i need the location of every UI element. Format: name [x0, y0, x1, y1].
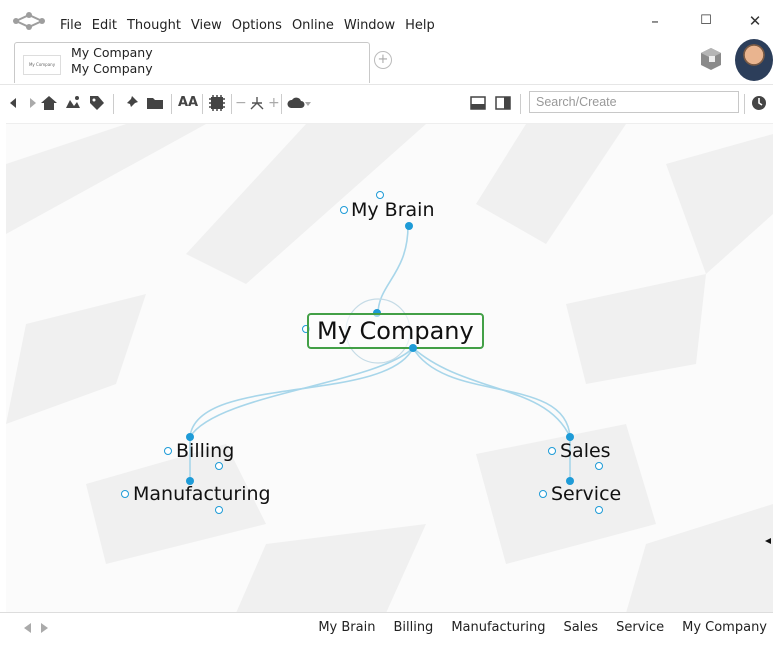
- minimize-button[interactable]: –: [645, 12, 665, 30]
- history-back-icon[interactable]: [22, 622, 32, 634]
- crumb-service[interactable]: Service: [616, 620, 664, 636]
- child-gate[interactable]: [215, 506, 223, 514]
- crumb-billing[interactable]: Billing: [393, 620, 433, 636]
- brain-tab[interactable]: My Company My Company My Company: [14, 42, 370, 83]
- pins-icon[interactable]: [64, 94, 82, 112]
- toolbar-separator: [202, 94, 203, 114]
- child-gate[interactable]: [405, 222, 413, 230]
- tag-icon[interactable]: [88, 94, 106, 112]
- jump-gate[interactable]: [340, 206, 348, 214]
- crumb-my-company[interactable]: My Company: [682, 620, 767, 636]
- jump-gate[interactable]: [164, 447, 172, 455]
- link-lines: [189, 225, 571, 481]
- search-input[interactable]: [529, 91, 739, 113]
- menu-window[interactable]: Window: [344, 18, 395, 34]
- toolbar-separator: [520, 94, 521, 114]
- history-icon[interactable]: [750, 94, 768, 112]
- child-gate-dot[interactable]: [409, 344, 417, 352]
- toolbar-separator: [281, 94, 282, 114]
- child-gate[interactable]: [595, 462, 603, 470]
- app-logo-icon[interactable]: [12, 11, 46, 31]
- menu-edit[interactable]: Edit: [92, 18, 117, 34]
- node-service[interactable]: Service: [551, 483, 621, 505]
- cloud-dropdown-icon[interactable]: [303, 94, 313, 112]
- split-right-icon[interactable]: [494, 94, 512, 112]
- menu-thought[interactable]: Thought: [127, 18, 181, 34]
- node-billing[interactable]: Billing: [176, 440, 234, 462]
- pin-icon[interactable]: [122, 94, 140, 112]
- plex-canvas[interactable]: My Brain My Company Billing Manufacturin…: [6, 123, 773, 613]
- menu-file[interactable]: File: [60, 18, 82, 34]
- toolbar-separator: [113, 94, 114, 114]
- ai-icon[interactable]: [208, 94, 226, 112]
- toolbar-separator: [744, 94, 745, 114]
- node-sales[interactable]: Sales: [560, 440, 611, 462]
- node-manufacturing[interactable]: Manufacturing: [133, 483, 271, 505]
- menu-bar: File Edit Thought View Options Online Wi…: [60, 18, 445, 34]
- cursor-icon: [765, 538, 771, 544]
- folder-icon[interactable]: [146, 94, 164, 112]
- minus-icon[interactable]: −: [235, 94, 247, 112]
- crumb-sales[interactable]: Sales: [563, 620, 598, 636]
- menu-online[interactable]: Online: [292, 18, 334, 34]
- tab-title: My Company: [71, 45, 153, 60]
- jump-gate[interactable]: [539, 490, 547, 498]
- close-button[interactable]: ✕: [745, 12, 765, 30]
- toolbar-separator: [231, 94, 232, 114]
- toolbar-separator: [171, 94, 172, 114]
- history-forward-icon[interactable]: [40, 622, 50, 634]
- menu-options[interactable]: Options: [232, 18, 282, 34]
- brain-thumbnail: My Company: [23, 55, 61, 75]
- menu-view[interactable]: View: [191, 18, 222, 34]
- menu-help[interactable]: Help: [405, 18, 435, 34]
- font-size-icon[interactable]: AA: [177, 94, 199, 112]
- tab-strip: My Company My Company My Company +: [0, 38, 773, 84]
- crumb-my-brain[interactable]: My Brain: [318, 620, 375, 636]
- layout-icon[interactable]: [248, 94, 266, 112]
- forward-icon[interactable]: [21, 94, 39, 112]
- title-bar: File Edit Thought View Options Online Wi…: [0, 0, 773, 38]
- parent-gate[interactable]: [376, 191, 384, 199]
- history-bar: My Brain Billing Manufacturing Sales Ser…: [0, 612, 773, 646]
- home-icon[interactable]: [40, 94, 58, 112]
- user-avatar[interactable]: [735, 39, 773, 81]
- child-gate[interactable]: [215, 462, 223, 470]
- jump-gate[interactable]: [548, 447, 556, 455]
- child-gate[interactable]: [595, 506, 603, 514]
- cube-icon[interactable]: [700, 47, 722, 71]
- node-my-brain[interactable]: My Brain: [351, 199, 435, 221]
- plus-icon[interactable]: +: [268, 94, 280, 112]
- crumb-manufacturing[interactable]: Manufacturing: [451, 620, 545, 636]
- breadcrumb: My Brain Billing Manufacturing Sales Ser…: [300, 620, 767, 636]
- node-my-company-active[interactable]: My Company: [307, 313, 484, 349]
- maximize-button[interactable]: ☐: [696, 12, 716, 30]
- toolbar: AA − +: [0, 84, 773, 123]
- jump-gate[interactable]: [121, 490, 129, 498]
- split-bottom-icon[interactable]: [469, 94, 487, 112]
- new-tab-icon[interactable]: +: [374, 51, 392, 69]
- tab-subtitle: My Company: [71, 61, 153, 76]
